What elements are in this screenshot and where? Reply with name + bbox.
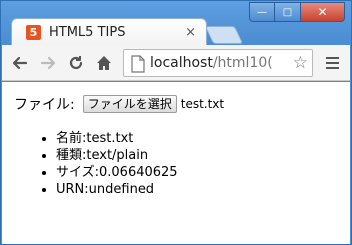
- info-value: 0.06640625: [99, 165, 178, 180]
- choose-file-button[interactable]: ファイルを選択: [82, 95, 177, 113]
- close-window-button[interactable]: ✕: [301, 2, 345, 22]
- back-arrow-icon: [12, 56, 28, 70]
- reload-icon: [69, 56, 83, 70]
- info-label: URN:: [56, 182, 89, 197]
- list-item: サイズ:0.06640625: [56, 164, 338, 181]
- url-text: localhost/html10(: [150, 55, 290, 71]
- browser-window: 5 HTML5 TIPS × — □ ✕ localhost/html10(☆…: [0, 0, 352, 245]
- forward-button[interactable]: [36, 51, 60, 75]
- bookmark-star-icon[interactable]: ☆: [293, 53, 308, 73]
- back-button[interactable]: [8, 51, 32, 75]
- file-label: ファイル:: [14, 97, 75, 113]
- home-icon: [97, 56, 111, 70]
- home-button[interactable]: [92, 51, 116, 75]
- new-tab-button[interactable]: [204, 26, 244, 44]
- file-input-row: ファイル: ファイルを選択 test.txt: [14, 94, 338, 114]
- browser-tab[interactable]: 5 HTML5 TIPS ×: [11, 18, 207, 46]
- browser-toolbar: localhost/html10( ☆: [2, 45, 350, 81]
- html5-favicon-icon: 5: [26, 25, 41, 40]
- info-value: undefined: [88, 182, 155, 197]
- list-item: URN:undefined: [56, 181, 338, 198]
- info-label: サイズ:: [56, 165, 99, 180]
- url-path: /html10(: [212, 55, 273, 71]
- menu-icon: [325, 57, 339, 59]
- chrome-menu-button[interactable]: [320, 51, 344, 75]
- address-bar[interactable]: localhost/html10( ☆: [123, 49, 313, 77]
- info-label: 種類:: [56, 148, 87, 163]
- title-bar: 5 HTML5 TIPS × — □ ✕: [1, 1, 351, 46]
- info-label: 名前:: [56, 131, 87, 146]
- maximize-button[interactable]: □: [275, 2, 301, 22]
- list-item: 種類:text/plain: [56, 147, 338, 164]
- info-value: text/plain: [86, 148, 149, 163]
- window-controls: — □ ✕: [249, 2, 345, 22]
- selected-file-name: test.txt: [180, 97, 225, 111]
- tab-title: HTML5 TIPS: [49, 25, 126, 40]
- file-info-list: 名前:test.txt 種類:text/plain サイズ:0.06640625…: [56, 130, 338, 198]
- url-host: localhost: [150, 55, 213, 71]
- reload-button[interactable]: [64, 51, 88, 75]
- page-content: ファイル: ファイルを選択 test.txt 名前:test.txt 種類:te…: [2, 82, 350, 244]
- page-icon: [131, 55, 145, 73]
- info-value: test.txt: [86, 131, 134, 146]
- forward-arrow-icon: [40, 56, 56, 70]
- list-item: 名前:test.txt: [56, 130, 338, 147]
- tab-close-icon[interactable]: ×: [185, 25, 196, 40]
- minimize-button[interactable]: —: [249, 2, 275, 22]
